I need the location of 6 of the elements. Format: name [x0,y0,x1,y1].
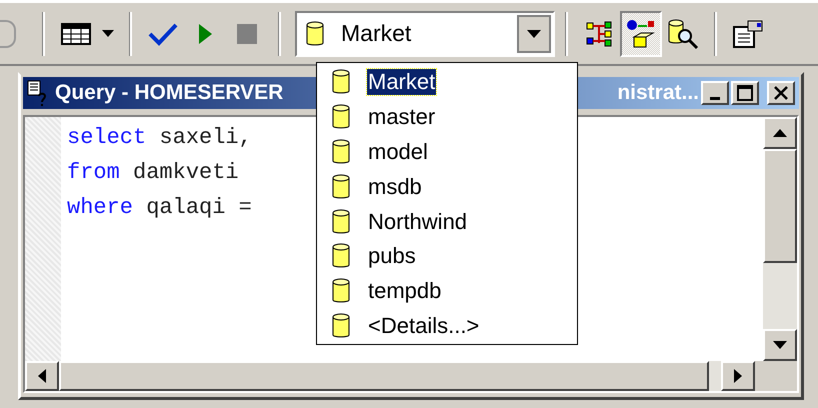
code-line: select saxeli, [67,125,252,152]
code-line: where qalaqi = [67,195,252,222]
code-line: from damkveti [67,160,240,187]
window-title-end: nistrat... [617,81,699,105]
window-title: Query - HOMESERVER [55,81,284,105]
combo-value: Market [341,20,412,47]
